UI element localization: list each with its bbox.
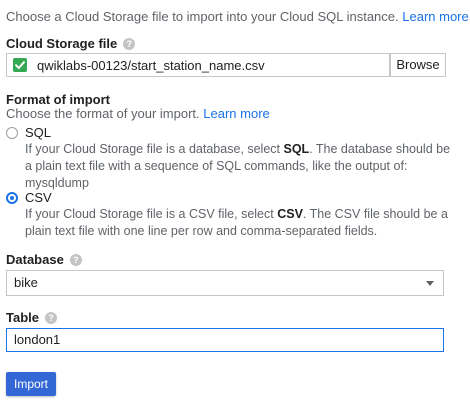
intro-text: Choose a Cloud Storage file to import in… [6,9,469,24]
database-label-text: Database [6,252,64,267]
table-input-value: london1 [14,332,61,347]
selected-file-name: qwiklabs-00123/start_station_name.csv [37,58,265,73]
table-label-text: Table [6,310,39,325]
radio-sql-description: If your Cloud Storage file is a database… [25,141,455,192]
check-icon [13,58,27,72]
csv-desc-prefix: If your Cloud Storage file is a CSV file… [25,207,278,221]
radio-csv-label[interactable]: CSV [25,190,52,205]
radio-csv-description: If your Cloud Storage file is a CSV file… [25,206,455,240]
sql-desc-prefix: If your Cloud Storage file is a database… [25,142,284,156]
database-select[interactable]: bike [6,270,444,296]
cloud-storage-label-text: Cloud Storage file [6,36,118,51]
radio-sql[interactable] [6,127,18,139]
format-heading: Format of import [6,92,110,107]
database-selected-value: bike [14,275,38,290]
help-icon[interactable]: ? [45,312,57,324]
help-icon[interactable]: ? [123,38,136,50]
database-label: Database? [6,252,82,267]
format-learn-more-link[interactable]: Learn more [203,106,269,121]
table-label: Table? [6,310,57,325]
cloud-storage-label: Cloud Storage file? [6,36,136,51]
sql-desc-bold: SQL [283,142,310,156]
radio-sql-label[interactable]: SQL [25,125,51,140]
help-icon[interactable]: ? [69,254,82,266]
table-input[interactable]: london1 [6,328,444,352]
cloud-storage-file-row: qwiklabs-00123/start_station_name.csv Br… [6,53,446,77]
radio-csv[interactable] [6,192,18,204]
cloud-storage-file-field[interactable]: qwiklabs-00123/start_station_name.csv [6,53,390,77]
format-subtitle: Choose the format of your import. Learn … [6,106,270,121]
learn-more-link[interactable]: Learn more [402,9,468,24]
browse-button[interactable]: Browse [390,53,446,77]
import-button[interactable]: Import [6,372,56,396]
csv-desc-bold: CSV [277,207,303,221]
format-subtitle-text: Choose the format of your import. [6,106,200,121]
dropdown-caret-icon [426,281,434,286]
intro-description: Choose a Cloud Storage file to import in… [6,9,399,24]
